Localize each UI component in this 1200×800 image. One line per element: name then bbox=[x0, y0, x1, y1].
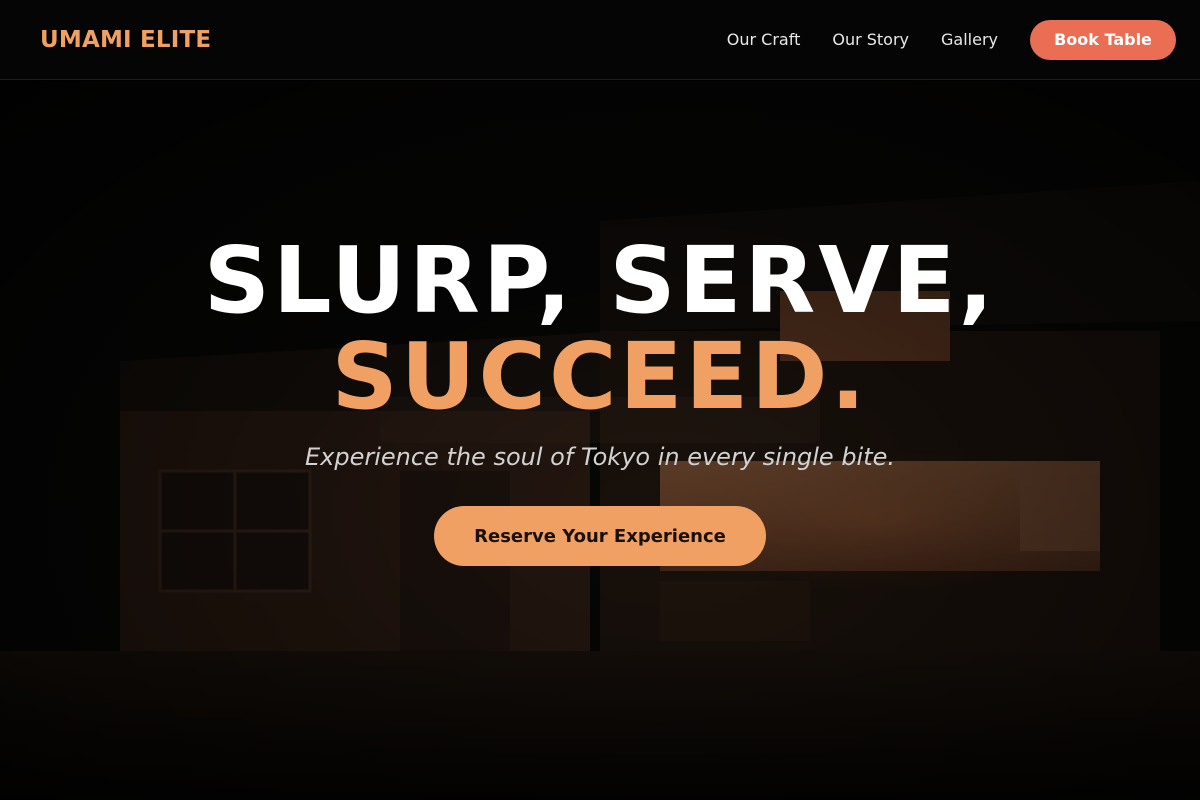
hero-section: SLURP, SERVE, SUCCEED. Experience the so… bbox=[0, 81, 1200, 800]
nav-link-gallery[interactable]: Gallery bbox=[941, 30, 998, 49]
hero-headline-line1: SLURP, SERVE, bbox=[203, 227, 997, 334]
hero-content: SLURP, SERVE, SUCCEED. Experience the so… bbox=[0, 81, 1200, 800]
hero-subtitle: Experience the soul of Tokyo in every si… bbox=[304, 443, 896, 471]
site-header: UMAMI ELITE Our Craft Our Story Gallery … bbox=[0, 0, 1200, 80]
reserve-experience-button[interactable]: Reserve Your Experience bbox=[434, 506, 766, 566]
nav-link-our-story[interactable]: Our Story bbox=[832, 30, 909, 49]
brand-logo[interactable]: UMAMI ELITE bbox=[40, 27, 211, 53]
book-table-button[interactable]: Book Table bbox=[1030, 19, 1176, 60]
nav-link-our-craft[interactable]: Our Craft bbox=[727, 30, 801, 49]
hero-headline-line2: SUCCEED. bbox=[331, 323, 869, 430]
main-nav: Our Craft Our Story Gallery Book Table bbox=[727, 19, 1176, 60]
